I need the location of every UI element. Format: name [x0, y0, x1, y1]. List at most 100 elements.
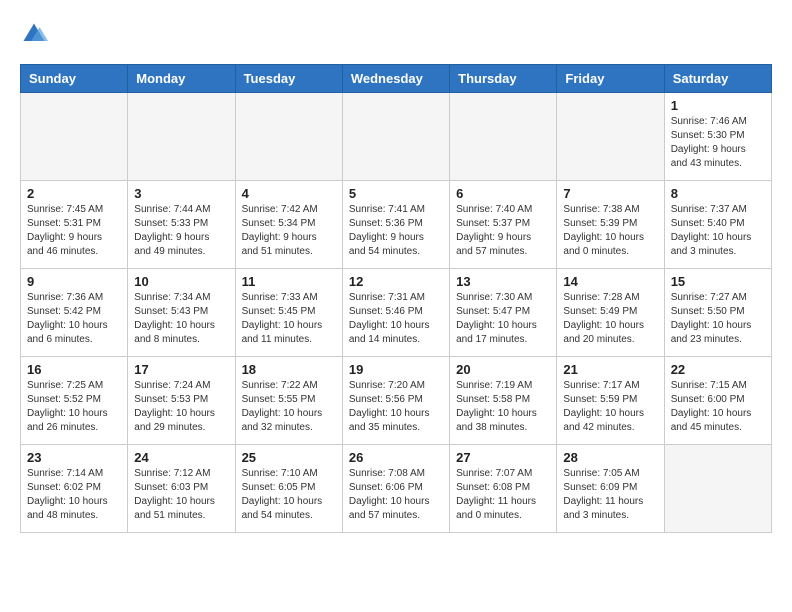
- day-number: 21: [563, 362, 657, 377]
- day-number: 7: [563, 186, 657, 201]
- calendar-cell: 9 Sunrise: 7:36 AM Sunset: 5:42 PM Daylig…: [21, 269, 128, 357]
- day-info: Sunrise: 7:25 AM Sunset: 5:52 PM Dayligh…: [27, 379, 121, 435]
- day-number: 18: [242, 362, 336, 377]
- day-info: Sunrise: 7:17 AM Sunset: 5:59 PM Dayligh…: [563, 379, 657, 435]
- calendar-cell: 6Sunrise: 7:40 AM Sunset: 5:37 PM Daylig…: [450, 181, 557, 269]
- calendar-header-row: SundayMondayTuesdayWednesdayThursdayFrid…: [21, 65, 772, 93]
- day-number: 12: [349, 274, 443, 289]
- day-number: 1: [671, 98, 765, 113]
- day-info: Sunrise: 7:40 AM Sunset: 5:37 PM Dayligh…: [456, 203, 550, 259]
- day-info: Sunrise: 7:20 AM Sunset: 5:56 PM Dayligh…: [349, 379, 443, 435]
- calendar-cell: 2 Sunrise: 7:45 AM Sunset: 5:31 PM Daylig…: [21, 181, 128, 269]
- calendar-cell: 25 Sunrise: 7:10 AM Sunset: 6:05 PM Dayli…: [235, 445, 342, 533]
- calendar-cell: 11 Sunrise: 7:33 AM Sunset: 5:45 PM Dayli…: [235, 269, 342, 357]
- week-row-3: 9 Sunrise: 7:36 AM Sunset: 5:42 PM Daylig…: [21, 269, 772, 357]
- week-row-5: 23 Sunrise: 7:14 AM Sunset: 6:02 PM Dayli…: [21, 445, 772, 533]
- day-number: 5: [349, 186, 443, 201]
- day-info: Sunrise: 7:22 AM Sunset: 5:55 PM Dayligh…: [242, 379, 336, 435]
- day-info: Sunrise: 7:10 AM Sunset: 6:05 PM Dayligh…: [242, 467, 336, 523]
- day-number: 28: [563, 450, 657, 465]
- day-number: 23: [27, 450, 121, 465]
- day-number: 9: [27, 274, 121, 289]
- week-row-2: 2 Sunrise: 7:45 AM Sunset: 5:31 PM Daylig…: [21, 181, 772, 269]
- calendar-cell: 5 Sunrise: 7:41 AM Sunset: 5:36 PM Daylig…: [342, 181, 449, 269]
- calendar-cell: [235, 93, 342, 181]
- calendar-cell: 17 Sunrise: 7:24 AM Sunset: 5:53 PM Dayli…: [128, 357, 235, 445]
- day-info: Sunrise: 7:30 AM Sunset: 5:47 PM Dayligh…: [456, 291, 550, 347]
- day-info: Sunrise: 7:45 AM Sunset: 5:31 PM Dayligh…: [27, 203, 121, 259]
- calendar-cell: 8Sunrise: 7:37 AM Sunset: 5:40 PM Daylig…: [664, 181, 771, 269]
- day-info: Sunrise: 7:31 AM Sunset: 5:46 PM Dayligh…: [349, 291, 443, 347]
- weekday-header-wednesday: Wednesday: [342, 65, 449, 93]
- day-number: 15: [671, 274, 765, 289]
- day-info: Sunrise: 7:34 AM Sunset: 5:43 PM Dayligh…: [134, 291, 228, 347]
- calendar-cell: 7 Sunrise: 7:38 AM Sunset: 5:39 PM Daylig…: [557, 181, 664, 269]
- calendar-cell: [664, 445, 771, 533]
- calendar-cell: [557, 93, 664, 181]
- calendar-cell: 18 Sunrise: 7:22 AM Sunset: 5:55 PM Dayli…: [235, 357, 342, 445]
- calendar-cell: [128, 93, 235, 181]
- day-info: Sunrise: 7:42 AM Sunset: 5:34 PM Dayligh…: [242, 203, 336, 259]
- day-number: 17: [134, 362, 228, 377]
- day-info: Sunrise: 7:19 AM Sunset: 5:58 PM Dayligh…: [456, 379, 550, 435]
- day-info: Sunrise: 7:27 AM Sunset: 5:50 PM Dayligh…: [671, 291, 765, 347]
- day-info: Sunrise: 7:36 AM Sunset: 5:42 PM Dayligh…: [27, 291, 121, 347]
- day-number: 10: [134, 274, 228, 289]
- logo: [20, 20, 52, 48]
- day-number: 8: [671, 186, 765, 201]
- calendar-cell: [342, 93, 449, 181]
- day-number: 2: [27, 186, 121, 201]
- weekday-header-monday: Monday: [128, 65, 235, 93]
- weekday-header-thursday: Thursday: [450, 65, 557, 93]
- day-info: Sunrise: 7:14 AM Sunset: 6:02 PM Dayligh…: [27, 467, 121, 523]
- calendar-cell: 19 Sunrise: 7:20 AM Sunset: 5:56 PM Dayli…: [342, 357, 449, 445]
- day-number: 24: [134, 450, 228, 465]
- day-number: 26: [349, 450, 443, 465]
- calendar-table: SundayMondayTuesdayWednesdayThursdayFrid…: [20, 64, 772, 533]
- day-number: 4: [242, 186, 336, 201]
- week-row-1: 1 Sunrise: 7:46 AM Sunset: 5:30 PM Daylig…: [21, 93, 772, 181]
- calendar-cell: 12 Sunrise: 7:31 AM Sunset: 5:46 PM Dayli…: [342, 269, 449, 357]
- day-info: Sunrise: 7:07 AM Sunset: 6:08 PM Dayligh…: [456, 467, 550, 523]
- calendar-body: 1 Sunrise: 7:46 AM Sunset: 5:30 PM Daylig…: [21, 93, 772, 533]
- day-number: 14: [563, 274, 657, 289]
- day-info: Sunrise: 7:33 AM Sunset: 5:45 PM Dayligh…: [242, 291, 336, 347]
- day-info: Sunrise: 7:38 AM Sunset: 5:39 PM Dayligh…: [563, 203, 657, 259]
- logo-icon: [20, 20, 48, 48]
- calendar-cell: 27 Sunrise: 7:07 AM Sunset: 6:08 PM Dayli…: [450, 445, 557, 533]
- day-number: 16: [27, 362, 121, 377]
- calendar-cell: 15 Sunrise: 7:27 AM Sunset: 5:50 PM Dayli…: [664, 269, 771, 357]
- weekday-header-sunday: Sunday: [21, 65, 128, 93]
- week-row-4: 16 Sunrise: 7:25 AM Sunset: 5:52 PM Dayli…: [21, 357, 772, 445]
- calendar-cell: 4 Sunrise: 7:42 AM Sunset: 5:34 PM Daylig…: [235, 181, 342, 269]
- day-number: 19: [349, 362, 443, 377]
- calendar-cell: 16 Sunrise: 7:25 AM Sunset: 5:52 PM Dayli…: [21, 357, 128, 445]
- day-number: 13: [456, 274, 550, 289]
- day-info: Sunrise: 7:41 AM Sunset: 5:36 PM Dayligh…: [349, 203, 443, 259]
- day-number: 27: [456, 450, 550, 465]
- day-info: Sunrise: 7:12 AM Sunset: 6:03 PM Dayligh…: [134, 467, 228, 523]
- calendar-cell: 23 Sunrise: 7:14 AM Sunset: 6:02 PM Dayli…: [21, 445, 128, 533]
- calendar-cell: 20 Sunrise: 7:19 AM Sunset: 5:58 PM Dayli…: [450, 357, 557, 445]
- calendar-cell: 10 Sunrise: 7:34 AM Sunset: 5:43 PM Dayli…: [128, 269, 235, 357]
- calendar-cell: 26Sunrise: 7:08 AM Sunset: 6:06 PM Dayli…: [342, 445, 449, 533]
- day-info: Sunrise: 7:46 AM Sunset: 5:30 PM Dayligh…: [671, 115, 765, 171]
- day-info: Sunrise: 7:24 AM Sunset: 5:53 PM Dayligh…: [134, 379, 228, 435]
- day-info: Sunrise: 7:05 AM Sunset: 6:09 PM Dayligh…: [563, 467, 657, 523]
- calendar-cell: 24 Sunrise: 7:12 AM Sunset: 6:03 PM Dayli…: [128, 445, 235, 533]
- day-number: 25: [242, 450, 336, 465]
- day-info: Sunrise: 7:44 AM Sunset: 5:33 PM Dayligh…: [134, 203, 228, 259]
- day-number: 22: [671, 362, 765, 377]
- day-number: 11: [242, 274, 336, 289]
- day-number: 3: [134, 186, 228, 201]
- calendar-cell: 28 Sunrise: 7:05 AM Sunset: 6:09 PM Dayli…: [557, 445, 664, 533]
- weekday-header-tuesday: Tuesday: [235, 65, 342, 93]
- page-header: [20, 20, 772, 48]
- calendar-cell: 3 Sunrise: 7:44 AM Sunset: 5:33 PM Daylig…: [128, 181, 235, 269]
- day-info: Sunrise: 7:15 AM Sunset: 6:00 PM Dayligh…: [671, 379, 765, 435]
- calendar-cell: 1 Sunrise: 7:46 AM Sunset: 5:30 PM Daylig…: [664, 93, 771, 181]
- calendar-cell: [450, 93, 557, 181]
- calendar-cell: [21, 93, 128, 181]
- day-number: 20: [456, 362, 550, 377]
- calendar-cell: 21 Sunrise: 7:17 AM Sunset: 5:59 PM Dayli…: [557, 357, 664, 445]
